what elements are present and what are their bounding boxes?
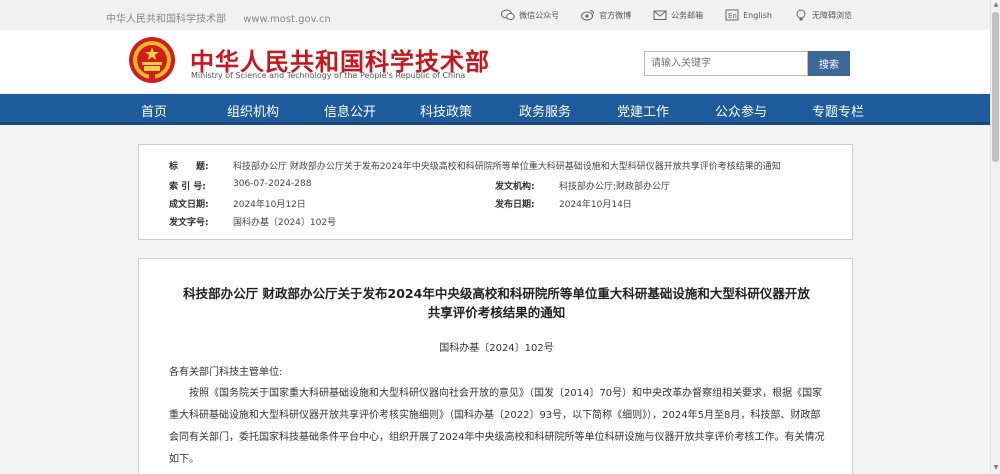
meta-index-label: 索 引 号:: [169, 182, 206, 192]
weibo-label: 官方微博: [599, 10, 632, 20]
meta-docno-value: 国科办基〔2024〕102号: [233, 218, 337, 228]
site-subtitle: Ministry of Science and Technology of th…: [191, 71, 466, 80]
national-emblem-icon[interactable]: [127, 34, 177, 86]
top-utility-bar: 中华人民共和国科学技术部 www.most.gov.cn 微信公众号 官方微博 …: [0, 0, 990, 30]
search-input[interactable]: [644, 51, 808, 76]
meta-published-value: 2024年10月14日: [559, 200, 632, 210]
article-title-line-2: 共享评价考核结果的通知: [427, 305, 566, 320]
mail-link[interactable]: 公务邮箱: [653, 9, 703, 21]
meta-title-value: 科技部办公厅 财政部办公厅关于发布2024年中央级高校和科研院所等单位重大科研基…: [233, 162, 781, 172]
scroll-down-arrow-icon[interactable]: ▼: [992, 464, 1000, 472]
article-paragraph: 按照《国务院关于国家重大科研基础设施和大型科研仪器向社会开放的意见》（国发〔20…: [169, 388, 825, 465]
nav-special-topics[interactable]: 专题专栏: [812, 101, 864, 120]
nav-party-building[interactable]: 党建工作: [617, 101, 669, 120]
site-header: 中华人民共和国科学技术部 Ministry of Science and Tec…: [0, 30, 990, 93]
search-button[interactable]: 搜索: [808, 51, 850, 76]
english-icon: En: [725, 9, 739, 21]
svg-text:En: En: [728, 12, 737, 20]
article-content: 科技部办公厅 财政部办公厅关于发布2024年中央级高校和科研院所等单位重大科研基…: [138, 258, 853, 474]
wechat-icon: [501, 9, 515, 21]
meta-created-label: 成文日期:: [169, 200, 209, 210]
accessibility-icon: [794, 9, 808, 21]
meta-index-value: 306-07-2024-288: [233, 179, 312, 189]
meta-published-label: 发布日期:: [495, 200, 535, 210]
weibo-icon: [581, 9, 595, 21]
meta-title-label: 标 题:: [169, 162, 209, 172]
nav-public-participation[interactable]: 公众参与: [715, 101, 767, 120]
top-bar-org-name: 中华人民共和国科学技术部: [106, 14, 226, 25]
scrollbar-thumb[interactable]: [992, 12, 999, 162]
mail-label: 公务邮箱: [671, 10, 704, 20]
top-bar-links: 微信公众号 官方微博 公务邮箱 En English 无障碍浏览: [501, 9, 852, 21]
wechat-label: 微信公众号: [519, 10, 560, 20]
meta-docno-label: 发文字号:: [169, 218, 209, 228]
nav-organization[interactable]: 组织机构: [227, 101, 279, 120]
accessibility-label: 无障碍浏览: [812, 10, 852, 20]
scroll-up-arrow-icon[interactable]: ▲: [992, 1, 1000, 9]
weibo-link[interactable]: 官方微博: [581, 9, 631, 21]
document-metadata: 标 题: 科技部办公厅 财政部办公厅关于发布2024年中央级高校和科研院所等单位…: [138, 144, 853, 240]
nav-info-disclosure[interactable]: 信息公开: [324, 101, 376, 120]
english-label: English: [743, 10, 772, 20]
wechat-link[interactable]: 微信公众号: [501, 9, 559, 21]
top-bar-site-info: 中华人民共和国科学技术部 www.most.gov.cn: [106, 10, 345, 25]
page-scrollbar[interactable]: ▲ ▼: [990, 0, 1000, 474]
article-title-line-1: 科技部办公厅 财政部办公厅关于发布2024年中央级高校和科研院所等单位重大科研基…: [183, 286, 810, 301]
meta-issuer-value: 科技部办公厅;财政部办公厅: [559, 182, 671, 192]
accessibility-link[interactable]: 无障碍浏览: [794, 9, 852, 21]
main-nav: 首页 组织机构 信息公开 科技政策 政务服务 党建工作 公众参与 专题专栏: [0, 94, 990, 125]
english-link[interactable]: En English: [725, 9, 772, 21]
mail-icon: [653, 9, 667, 21]
nav-sci-tech-policy[interactable]: 科技政策: [420, 101, 472, 120]
meta-created-value: 2024年10月12日: [233, 200, 306, 210]
article-salutation: 各有关部门科技主管单位:: [169, 367, 283, 378]
article-doc-number: 国科办基〔2024〕102号: [439, 343, 554, 354]
top-bar-url[interactable]: www.most.gov.cn: [243, 14, 331, 25]
nav-gov-services[interactable]: 政务服务: [519, 101, 571, 120]
meta-issuer-label: 发文机构:: [495, 182, 535, 192]
nav-home[interactable]: 首页: [141, 101, 167, 120]
article-title: 科技部办公厅 财政部办公厅关于发布2024年中央级高校和科研院所等单位重大科研基…: [139, 284, 854, 322]
